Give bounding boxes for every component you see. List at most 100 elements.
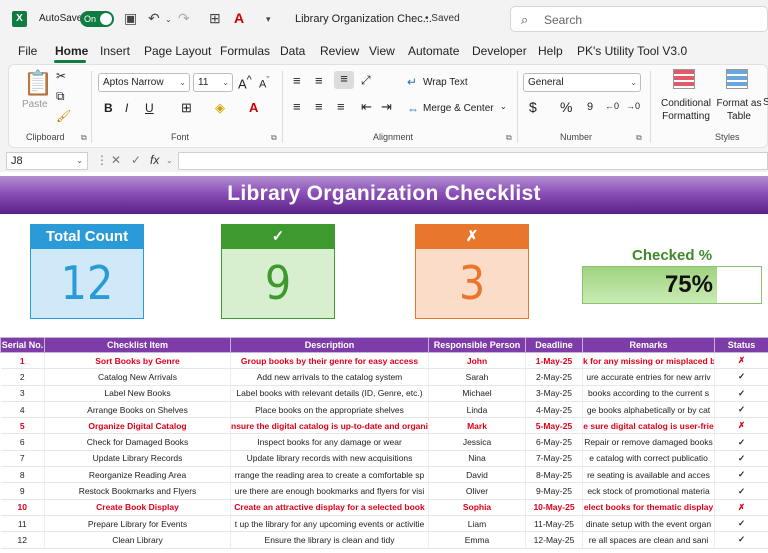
cell-status[interactable]: ✗: [714, 499, 768, 516]
tab-review[interactable]: Review: [320, 44, 359, 58]
cell-no[interactable]: 11: [0, 515, 45, 533]
name-box[interactable]: J8 ⌄: [6, 152, 88, 170]
font-launcher-icon[interactable]: ⧉: [271, 133, 277, 143]
cell-status[interactable]: ✓: [714, 433, 768, 451]
saved-status[interactable]: • Saved: [425, 13, 460, 24]
cell-status[interactable]: ✓: [714, 385, 768, 402]
document-title[interactable]: Library Organization Chec...: [295, 13, 432, 25]
cell-desc[interactable]: Inspect books for any damage or wear: [230, 433, 429, 451]
decrease-indent-icon[interactable]: ⇤: [361, 99, 372, 115]
clipboard-launcher-icon[interactable]: ⧉: [81, 133, 87, 143]
cell-deadline[interactable]: 2-May-25: [525, 368, 583, 386]
cell-styles-button-partial[interactable]: S: [763, 97, 768, 108]
cell-item[interactable]: Restock Bookmarks and Flyers: [44, 482, 231, 500]
fill-color-icon[interactable]: ◈: [215, 100, 225, 116]
enter-icon[interactable]: ✓: [131, 153, 141, 167]
cell-remarks[interactable]: elect books for thematic display: [582, 499, 715, 516]
col-header-serial[interactable]: Serial No.: [0, 337, 45, 353]
col-header-deadline[interactable]: Deadline: [525, 337, 583, 353]
paste-button[interactable]: Paste: [22, 99, 48, 110]
wrap-text-button[interactable]: Wrap Text: [423, 77, 468, 88]
cell-person[interactable]: Emma: [428, 531, 526, 549]
tab-insert[interactable]: Insert: [100, 44, 130, 58]
increase-indent-icon[interactable]: ⇥: [381, 99, 392, 115]
cell-status[interactable]: ✗: [714, 352, 768, 370]
cell-desc[interactable]: Update library records with new acquisit…: [230, 450, 429, 468]
comma-style-icon[interactable]: 9: [587, 101, 593, 113]
undo-dropdown-icon[interactable]: ⌄: [165, 15, 172, 24]
align-left-icon[interactable]: ≡: [293, 99, 301, 114]
cell-item[interactable]: Prepare Library for Events: [44, 515, 231, 533]
cell-item[interactable]: Reorganize Reading Area: [44, 466, 231, 484]
cell-item[interactable]: Catalog New Arrivals: [44, 368, 231, 386]
cell-person[interactable]: Liam: [428, 515, 526, 533]
cell-desc[interactable]: rrange the reading area to create a comf…: [230, 466, 429, 484]
format-painter-icon[interactable]: 🖌: [56, 109, 71, 123]
number-format-select[interactable]: General ⌄: [523, 73, 641, 92]
cell-item[interactable]: Update Library Records: [44, 450, 231, 468]
merge-dropdown-icon[interactable]: ⌄: [500, 102, 507, 111]
align-top-icon[interactable]: ≡: [293, 73, 301, 88]
tab-file[interactable]: File: [18, 44, 37, 58]
tab-page-layout[interactable]: Page Layout: [144, 44, 211, 58]
cut-icon[interactable]: ✂: [56, 69, 66, 83]
cell-deadline[interactable]: 5-May-25: [525, 417, 583, 435]
cell-status[interactable]: ✓: [714, 368, 768, 386]
save-icon[interactable]: ▣: [124, 10, 137, 27]
underline-button[interactable]: U: [145, 101, 154, 115]
cell-remarks[interactable]: eck stock of promotional materia: [582, 482, 715, 500]
cell-remarks[interactable]: k for any missing or misplaced b: [582, 352, 715, 370]
cell-remarks[interactable]: books according to the current s: [582, 385, 715, 402]
undo-icon[interactable]: ↶: [148, 10, 160, 27]
align-middle-icon[interactable]: ≡: [315, 73, 323, 88]
cell-no[interactable]: 9: [0, 482, 45, 500]
orientation-icon[interactable]: ⤢: [361, 73, 371, 88]
worksheet[interactable]: Library Organization Checklist Total Cou…: [0, 172, 768, 553]
cancel-icon[interactable]: ✕: [111, 153, 121, 167]
align-center-icon[interactable]: ≡: [315, 99, 323, 114]
cell-desc[interactable]: Add new arrivals to the catalog system: [230, 368, 429, 386]
cell-person[interactable]: Oliver: [428, 482, 526, 500]
cell-desc[interactable]: ure there are enough bookmarks and flyer…: [230, 482, 429, 500]
cell-person[interactable]: Jessica: [428, 433, 526, 451]
cell-no[interactable]: 4: [0, 401, 45, 419]
cell-status[interactable]: ✓: [714, 515, 768, 533]
cell-status[interactable]: ✓: [714, 482, 768, 500]
increase-decimal-icon[interactable]: ←0: [605, 101, 619, 111]
bold-button[interactable]: B: [104, 101, 113, 115]
tab-utility-tool[interactable]: PK's Utility Tool V3.0: [577, 44, 687, 58]
cell-remarks[interactable]: Repair or remove damaged books: [582, 433, 715, 451]
font-color-icon[interactable]: A: [234, 10, 244, 26]
cell-deadline[interactable]: 10-May-25: [525, 499, 583, 516]
cell-deadline[interactable]: 1-May-25: [525, 352, 583, 370]
cell-person[interactable]: Mark: [428, 417, 526, 435]
cell-remarks[interactable]: dinate setup with the event organ: [582, 515, 715, 533]
alignment-launcher-icon[interactable]: ⧉: [506, 133, 512, 143]
cell-no[interactable]: 5: [0, 417, 45, 435]
cell-remarks[interactable]: e sure digital catalog is user-frie: [582, 417, 715, 435]
decrease-decimal-icon[interactable]: →0: [626, 101, 640, 111]
wrap-text-icon[interactable]: ↵: [407, 75, 417, 89]
merge-center-icon[interactable]: ⇔: [407, 102, 419, 116]
tab-view[interactable]: View: [369, 44, 395, 58]
col-header-remarks[interactable]: Remarks: [582, 337, 715, 353]
cell-status[interactable]: ✓: [714, 401, 768, 419]
cell-no[interactable]: 7: [0, 450, 45, 468]
cell-desc[interactable]: Ensure the library is clean and tidy: [230, 531, 429, 549]
cell-desc[interactable]: t up the library for any upcoming events…: [230, 515, 429, 533]
copy-icon[interactable]: ⧉: [56, 89, 65, 104]
cell-desc[interactable]: Create an attractive display for a selec…: [230, 499, 429, 516]
cell-no[interactable]: 8: [0, 466, 45, 484]
more-options-icon[interactable]: ⋮: [96, 153, 108, 167]
cell-item[interactable]: Arrange Books on Shelves: [44, 401, 231, 419]
cell-remarks[interactable]: ure accurate entries for new arriv: [582, 368, 715, 386]
cell-item[interactable]: Label New Books: [44, 385, 231, 402]
col-header-description[interactable]: Description: [230, 337, 429, 353]
cell-status[interactable]: ✓: [714, 450, 768, 468]
tab-developer[interactable]: Developer: [472, 44, 527, 58]
tab-help[interactable]: Help: [538, 44, 563, 58]
cell-deadline[interactable]: 12-May-25: [525, 531, 583, 549]
col-header-item[interactable]: Checklist Item: [44, 337, 231, 353]
cell-desc[interactable]: Label books with relevant details (ID, G…: [230, 385, 429, 402]
currency-button[interactable]: $: [529, 99, 537, 115]
